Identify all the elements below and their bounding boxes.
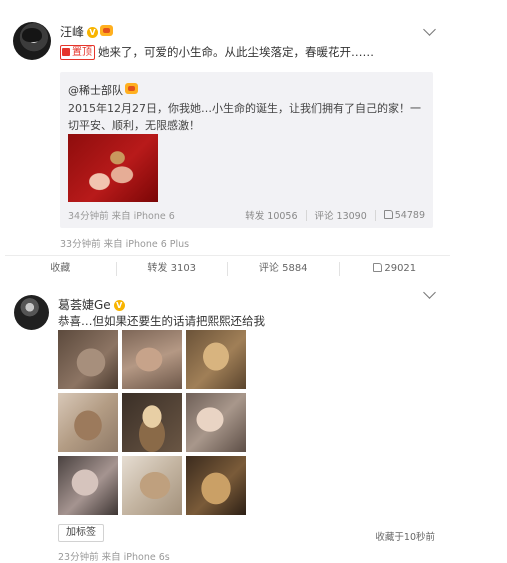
divider — [374, 209, 376, 221]
repost-comment-count[interactable]: 评论 13090 — [315, 208, 367, 222]
repost-author[interactable]: @稀士部队 — [68, 84, 123, 97]
author-name[interactable]: 汪峰 — [60, 25, 84, 39]
post-wangfeng: 汪峰 V 置顶 她来了，可爱的小生命。从此尘埃落定，春暖花开…… @稀士部队 201… — [0, 0, 507, 282]
add-tag-button[interactable]: 加标签 — [58, 524, 104, 542]
avatar[interactable] — [13, 22, 51, 60]
post-time-source: 23分钟前 来自 iPhone 6s — [58, 552, 170, 563]
favorite-button[interactable]: 收藏 — [5, 262, 117, 276]
comment-button[interactable]: 评论 5884 — [228, 262, 340, 276]
thumbs-up-icon — [373, 263, 383, 272]
like-button[interactable]: 29021 — [340, 262, 451, 276]
pinned-label: 置顶 — [72, 47, 92, 58]
photo-thumbnail[interactable] — [58, 330, 118, 389]
chevron-down-icon[interactable] — [423, 23, 436, 36]
action-bar: 收藏 转发 3103 评论 5884 29021 — [5, 255, 450, 282]
verified-icon: V — [87, 27, 99, 38]
repost-stats: 转发 10056 评论 13090 54789 — [245, 208, 425, 222]
author-name[interactable]: 葛荟婕Ge — [58, 298, 111, 312]
post-text-row: 置顶 她来了，可爱的小生命。从此尘埃落定，春暖花开…… — [60, 44, 374, 60]
photo-thumbnail[interactable] — [122, 456, 182, 515]
vip-crown-icon — [125, 83, 138, 94]
pin-icon — [62, 48, 70, 56]
author-row: 葛荟婕Ge V — [58, 296, 125, 313]
forward-button[interactable]: 转发 3103 — [117, 262, 228, 276]
verified-icon: V — [113, 300, 125, 311]
repost-forward-count[interactable]: 转发 10056 — [245, 208, 297, 222]
author-row: 汪峰 V — [60, 23, 114, 40]
pinned-badge: 置顶 — [60, 45, 95, 60]
avatar[interactable] — [14, 295, 49, 330]
repost-image-hands[interactable] — [68, 134, 158, 202]
photo-thumbnail[interactable] — [122, 393, 182, 452]
thumbs-up-icon — [383, 209, 393, 219]
repost-author-row: @稀士部队 — [68, 82, 138, 98]
photo-thumbnail[interactable] — [122, 330, 182, 389]
repost-like-count: 54789 — [394, 209, 425, 221]
post-text: 恭喜…但如果还要生的话请把熙熙还给我 — [58, 314, 265, 328]
photo-thumbnail[interactable] — [186, 456, 246, 515]
photo-thumbnail[interactable] — [58, 393, 118, 452]
like-count: 29021 — [384, 263, 417, 274]
chevron-down-icon[interactable] — [423, 286, 436, 299]
collected-time: 收藏于10秒前 — [375, 532, 435, 543]
post-text: 她来了，可爱的小生命。从此尘埃落定，春暖花开…… — [98, 45, 374, 59]
repost-time-source: 34分钟前 来自 iPhone 6 — [68, 211, 175, 222]
post-gehuijie: 葛荟婕Ge V 恭喜…但如果还要生的话请把熙熙还给我 加标签 收藏于10秒前 23… — [0, 283, 507, 563]
photo-grid — [58, 330, 246, 516]
photo-thumbnail[interactable] — [58, 456, 118, 515]
post-time-source: 33分钟前 来自 iPhone 6 Plus — [60, 239, 190, 250]
repost-card[interactable]: @稀士部队 2015年12月27日，你我她…小生命的诞生，让我们拥有了自己的家！… — [60, 72, 433, 228]
photo-thumbnail[interactable] — [186, 330, 246, 389]
photo-thumbnail[interactable] — [186, 393, 246, 452]
vip-crown-icon — [100, 25, 114, 36]
repost-like[interactable]: 54789 — [383, 209, 425, 221]
repost-text: 2015年12月27日，你我她…小生命的诞生，让我们拥有了自己的家！一切平安、顺… — [68, 102, 421, 132]
divider — [305, 209, 307, 221]
